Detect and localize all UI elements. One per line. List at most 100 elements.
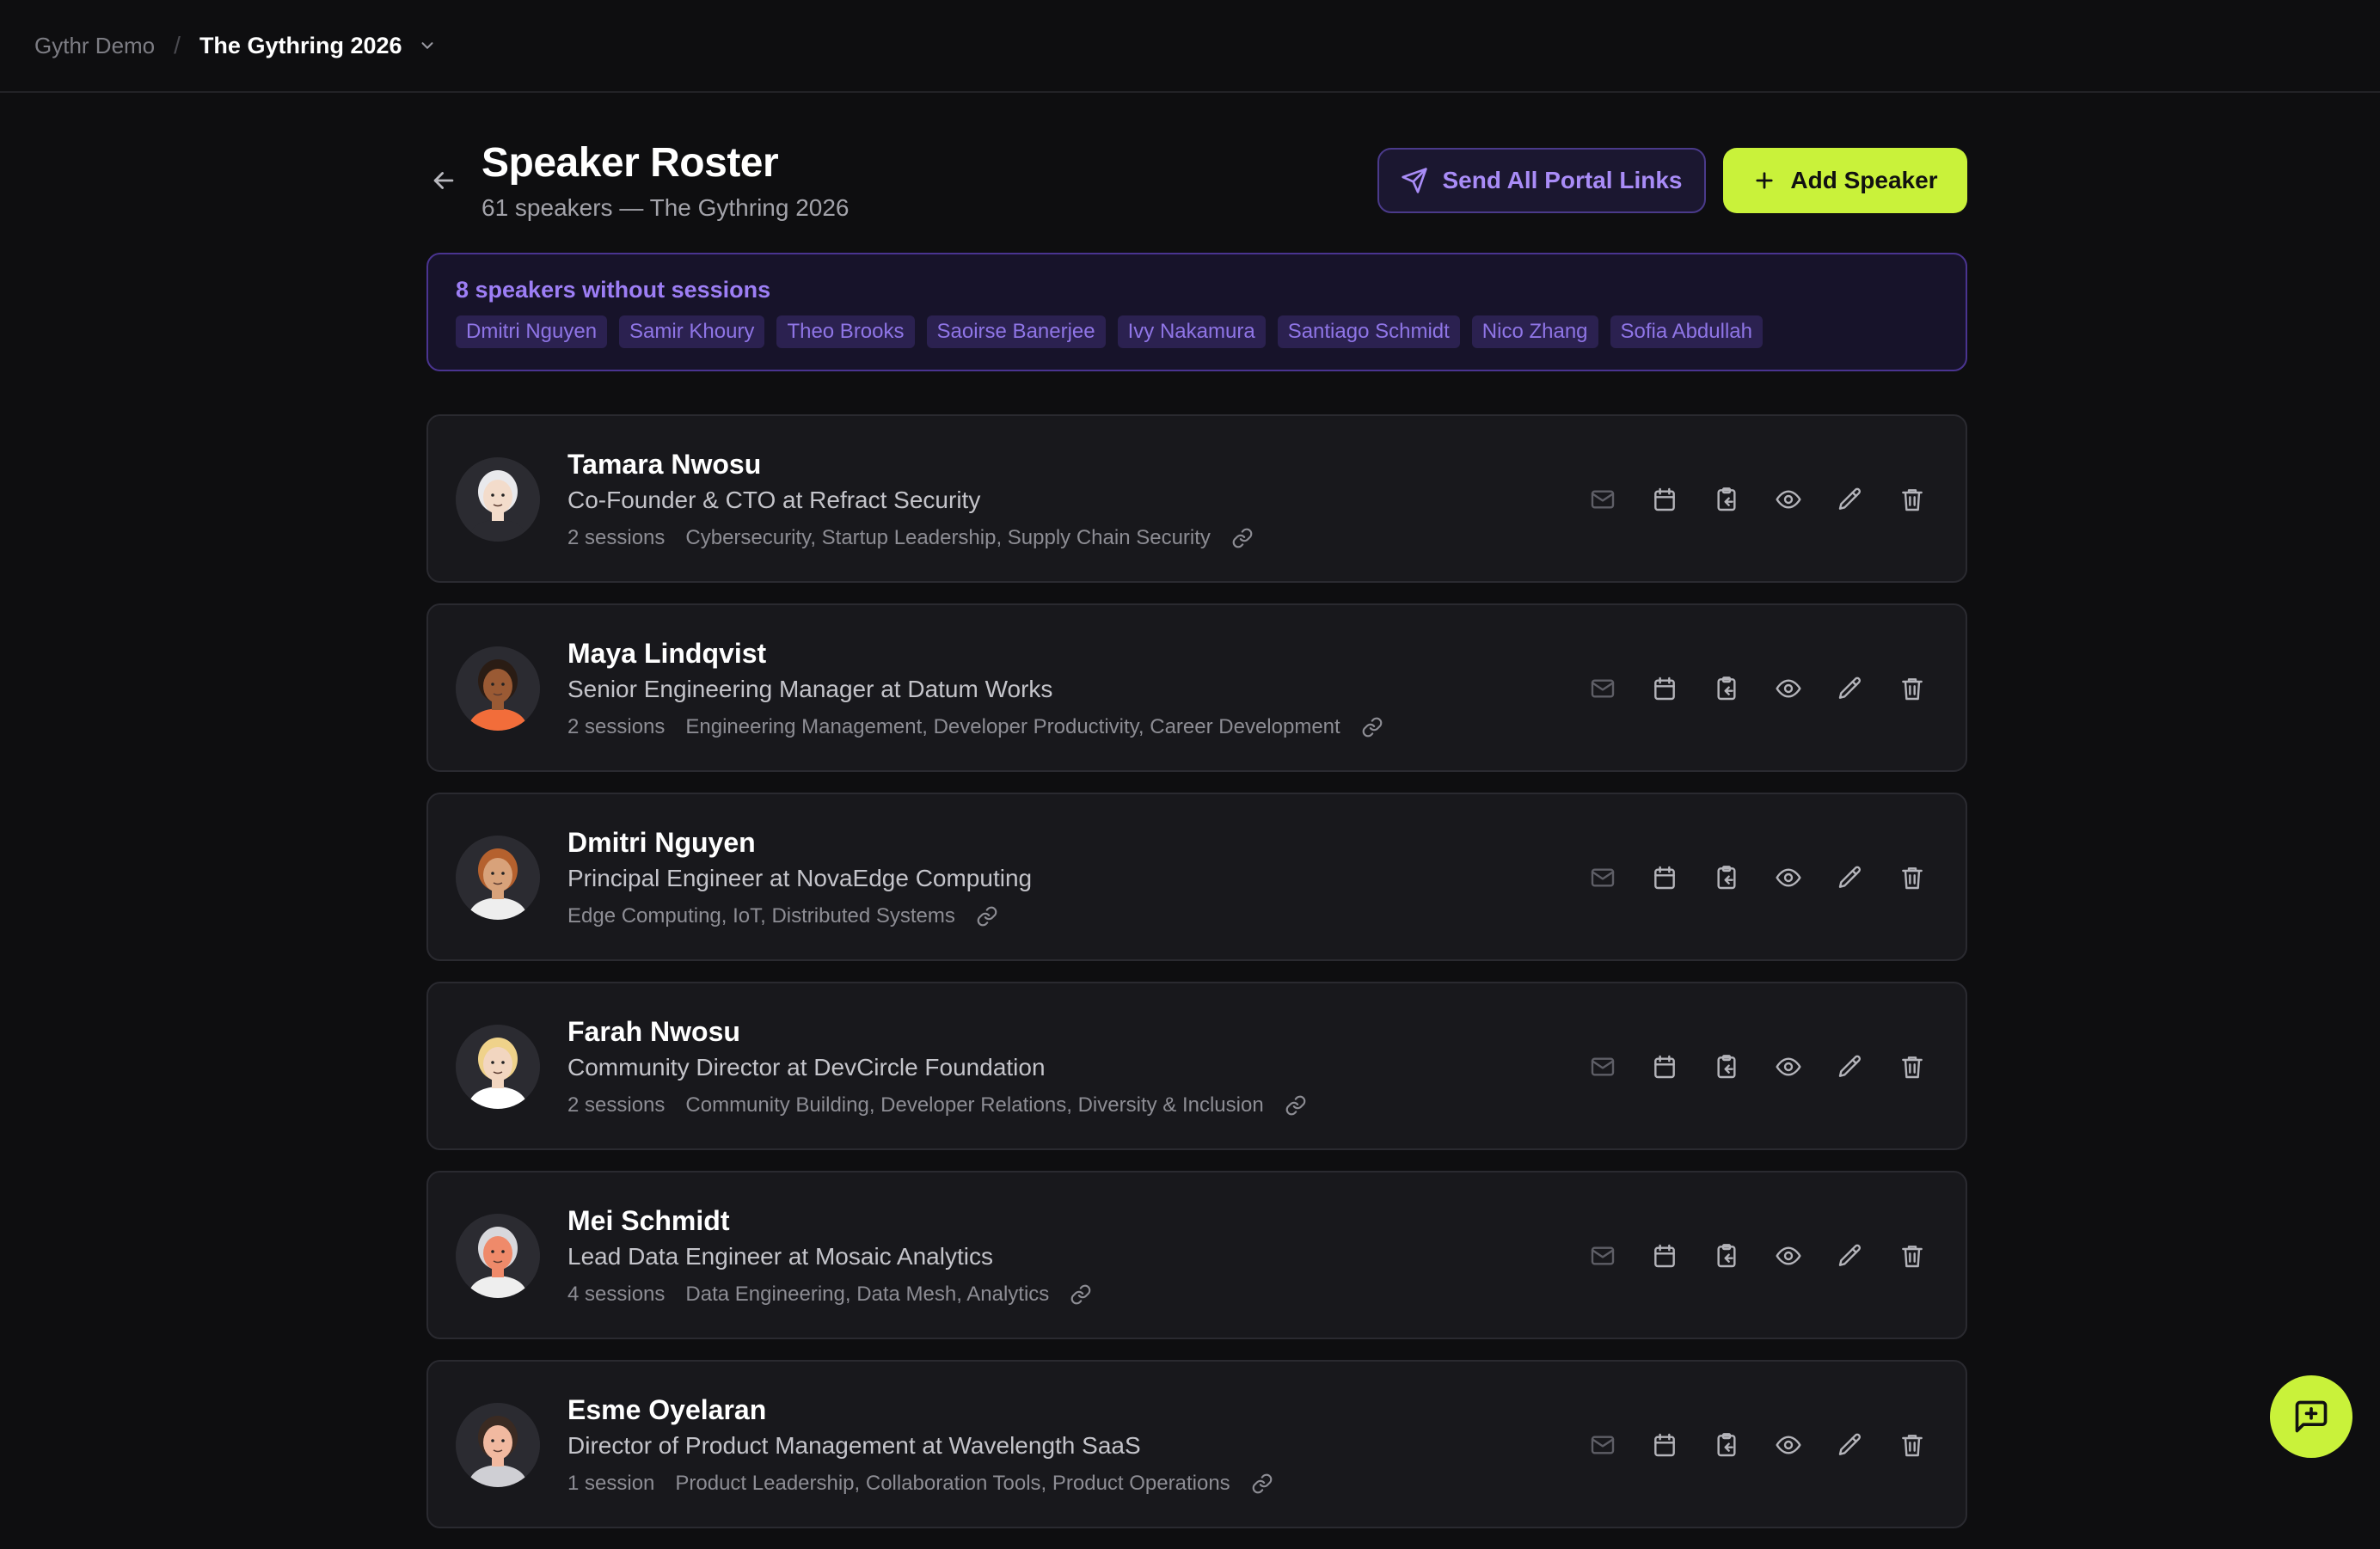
speaker-chip[interactable]: Sofia Abdullah bbox=[1610, 315, 1763, 348]
speaker-meta: 1 session Product Leadership, Collaborat… bbox=[567, 1472, 1273, 1496]
add-speaker-button[interactable]: Add Speaker bbox=[1723, 148, 1967, 213]
pencil-icon[interactable] bbox=[1837, 1423, 1864, 1466]
clipboard-icon[interactable] bbox=[1713, 1234, 1740, 1277]
send-all-portal-links-button[interactable]: Send All Portal Links bbox=[1377, 148, 1706, 213]
speakers-without-sessions-notice: 8 speakers without sessions Dmitri Nguye… bbox=[426, 253, 1967, 371]
eye-icon[interactable] bbox=[1775, 1423, 1802, 1466]
page-subtitle: 61 speakers — The Gythring 2026 bbox=[482, 194, 850, 221]
speaker-card[interactable]: Tamara Nwosu Co-Founder & CTO at Refract… bbox=[426, 414, 1967, 583]
avatar bbox=[456, 1025, 540, 1109]
breadcrumb-event[interactable]: The Gythring 2026 bbox=[199, 33, 402, 59]
avatar bbox=[456, 1214, 540, 1298]
speaker-actions bbox=[1589, 667, 1926, 710]
mail-icon[interactable] bbox=[1589, 667, 1616, 710]
speaker-chip[interactable]: Santiago Schmidt bbox=[1277, 315, 1460, 348]
avatar bbox=[456, 457, 540, 542]
eye-icon[interactable] bbox=[1775, 1045, 1802, 1088]
speaker-actions bbox=[1589, 1423, 1926, 1466]
speaker-meta: 2 sessions Community Building, Developer… bbox=[567, 1093, 1307, 1117]
speaker-name: Dmitri Nguyen bbox=[567, 827, 756, 858]
pencil-icon[interactable] bbox=[1837, 856, 1864, 899]
mail-icon[interactable] bbox=[1589, 1423, 1616, 1466]
link-icon[interactable] bbox=[1251, 1472, 1273, 1495]
unassigned-speaker-chips: Dmitri Nguyen Samir Khoury Theo Brooks S… bbox=[456, 315, 1938, 348]
plus-icon bbox=[1756, 172, 1773, 189]
speaker-card[interactable]: Dmitri Nguyen Principal Engineer at Nova… bbox=[426, 793, 1967, 961]
eye-icon[interactable] bbox=[1775, 667, 1802, 710]
notice-title: 8 speakers without sessions bbox=[456, 277, 771, 303]
speaker-title: Community Director at DevCircle Foundati… bbox=[567, 1054, 1046, 1081]
speaker-name: Mei Schmidt bbox=[567, 1205, 730, 1236]
speaker-card[interactable]: Maya Lindqvist Senior Engineering Manage… bbox=[426, 603, 1967, 772]
trash-icon[interactable] bbox=[1898, 1234, 1926, 1277]
link-icon[interactable] bbox=[1231, 527, 1254, 549]
calendar-icon[interactable] bbox=[1651, 1045, 1678, 1088]
speaker-name: Esme Oyelaran bbox=[567, 1394, 767, 1425]
trash-icon[interactable] bbox=[1898, 1423, 1926, 1466]
breadcrumb-separator: / bbox=[174, 32, 181, 58]
speaker-meta: Edge Computing, IoT, Distributed Systems bbox=[567, 904, 998, 928]
top-bar: Gythr Demo / The Gythring 2026 bbox=[0, 0, 2380, 93]
link-icon[interactable] bbox=[1361, 716, 1383, 738]
speaker-actions bbox=[1589, 1234, 1926, 1277]
message-plus-icon bbox=[2295, 1400, 2328, 1433]
speaker-title: Principal Engineer at NovaEdge Computing bbox=[567, 865, 1033, 891]
trash-icon[interactable] bbox=[1898, 478, 1926, 521]
clipboard-icon[interactable] bbox=[1713, 1045, 1740, 1088]
speaker-chip[interactable]: Saoirse Banerjee bbox=[926, 315, 1106, 348]
calendar-icon[interactable] bbox=[1651, 1234, 1678, 1277]
mail-icon[interactable] bbox=[1589, 478, 1616, 521]
pencil-icon[interactable] bbox=[1837, 667, 1864, 710]
mail-icon[interactable] bbox=[1589, 1045, 1616, 1088]
speaker-chip[interactable]: Ivy Nakamura bbox=[1117, 315, 1266, 348]
clipboard-icon[interactable] bbox=[1713, 667, 1740, 710]
pencil-icon[interactable] bbox=[1837, 1045, 1864, 1088]
speaker-card[interactable]: Mei Schmidt Lead Data Engineer at Mosaic… bbox=[426, 1171, 1967, 1339]
trash-icon[interactable] bbox=[1898, 1045, 1926, 1088]
eye-icon[interactable] bbox=[1775, 856, 1802, 899]
session-count: 2 sessions bbox=[567, 1093, 666, 1117]
speaker-topics: Data Engineering, Data Mesh, Analytics bbox=[685, 1283, 1050, 1306]
speaker-chip[interactable]: Theo Brooks bbox=[776, 315, 915, 348]
trash-icon[interactable] bbox=[1898, 667, 1926, 710]
mail-icon[interactable] bbox=[1589, 1234, 1616, 1277]
speaker-chip[interactable]: Dmitri Nguyen bbox=[456, 315, 608, 348]
session-count: 4 sessions bbox=[567, 1283, 666, 1306]
speaker-chip[interactable]: Nico Zhang bbox=[1471, 315, 1598, 348]
main-content: Speaker Roster 61 speakers — The Gythrin… bbox=[426, 93, 1967, 1528]
pencil-icon[interactable] bbox=[1837, 1234, 1864, 1277]
speaker-name: Farah Nwosu bbox=[567, 1016, 740, 1047]
speaker-card[interactable]: Esme Oyelaran Director of Product Manage… bbox=[426, 1360, 1967, 1528]
chevron-down-icon[interactable] bbox=[418, 36, 437, 55]
calendar-icon[interactable] bbox=[1651, 856, 1678, 899]
link-icon[interactable] bbox=[1285, 1094, 1307, 1117]
mail-icon[interactable] bbox=[1589, 856, 1616, 899]
clipboard-icon[interactable] bbox=[1713, 1423, 1740, 1466]
pencil-icon[interactable] bbox=[1837, 478, 1864, 521]
avatar bbox=[456, 1403, 540, 1487]
speaker-card[interactable]: Farah Nwosu Community Director at DevCir… bbox=[426, 982, 1967, 1150]
send-all-portal-links-label: Send All Portal Links bbox=[1442, 167, 1683, 193]
link-icon[interactable] bbox=[1070, 1283, 1092, 1306]
back-button[interactable] bbox=[426, 163, 461, 198]
trash-icon[interactable] bbox=[1898, 856, 1926, 899]
avatar bbox=[456, 836, 540, 920]
calendar-icon[interactable] bbox=[1651, 1423, 1678, 1466]
speaker-chip[interactable]: Samir Khoury bbox=[619, 315, 765, 348]
eye-icon[interactable] bbox=[1775, 478, 1802, 521]
calendar-icon[interactable] bbox=[1651, 667, 1678, 710]
session-count: 2 sessions bbox=[567, 715, 666, 738]
speaker-topics: Community Building, Developer Relations,… bbox=[685, 1093, 1264, 1117]
speaker-meta: 4 sessions Data Engineering, Data Mesh, … bbox=[567, 1283, 1092, 1307]
clipboard-icon[interactable] bbox=[1713, 478, 1740, 521]
eye-icon[interactable] bbox=[1775, 1234, 1802, 1277]
calendar-icon[interactable] bbox=[1651, 478, 1678, 521]
speaker-title: Director of Product Management at Wavele… bbox=[567, 1432, 1141, 1459]
speaker-title: Senior Engineering Manager at Datum Work… bbox=[567, 676, 1053, 702]
clipboard-icon[interactable] bbox=[1713, 856, 1740, 899]
feedback-button[interactable] bbox=[2270, 1375, 2352, 1458]
link-icon[interactable] bbox=[976, 905, 998, 928]
speaker-topics: Engineering Management, Developer Produc… bbox=[685, 715, 1340, 738]
breadcrumb-org[interactable]: Gythr Demo bbox=[34, 33, 155, 59]
speaker-topics: Cybersecurity, Startup Leadership, Suppl… bbox=[685, 526, 1211, 549]
